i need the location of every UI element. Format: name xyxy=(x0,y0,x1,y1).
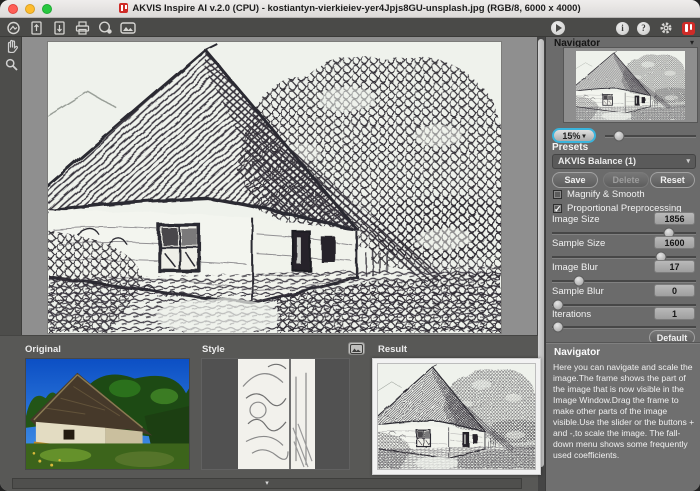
original-label: Original xyxy=(25,344,61,355)
navigator-preview[interactable] xyxy=(563,47,698,123)
zoom-tool-icon[interactable] xyxy=(0,55,22,73)
open-image-icon[interactable] xyxy=(5,20,21,35)
minimize-window-button[interactable] xyxy=(25,4,35,14)
style-label: Style xyxy=(202,344,225,355)
hand-tool-icon[interactable] xyxy=(0,37,22,55)
zoom-slider[interactable] xyxy=(605,129,696,143)
chevron-down-icon: ▾ xyxy=(582,132,585,140)
reset-preset-button[interactable]: Reset xyxy=(650,172,695,188)
gallery-icon[interactable] xyxy=(120,20,136,35)
checkbox-unchecked[interactable] xyxy=(553,190,562,199)
filmstrip: Original Style Result xyxy=(0,335,538,491)
akvis-logo-icon[interactable] xyxy=(682,22,695,35)
delete-preset-button[interactable]: Delete xyxy=(603,172,649,188)
zoom-level-dropdown[interactable]: 15% ▾ xyxy=(552,128,596,143)
hints-text: Here you can navigate and scale the imag… xyxy=(553,362,697,461)
original-thumbnail[interactable] xyxy=(25,358,190,470)
preset-dropdown[interactable]: AKVIS Balance (1) ▾ xyxy=(552,154,696,169)
preset-selected-value: AKVIS Balance (1) xyxy=(558,156,636,166)
window-title: AKVIS Inspire AI v.2.0 (CPU) - kostianty… xyxy=(132,3,580,14)
help-icon[interactable]: ? xyxy=(637,22,650,35)
open-style-gallery-button[interactable] xyxy=(348,342,365,355)
image-size-value[interactable]: 1856 xyxy=(654,212,695,225)
image-blur-label: Image Blur xyxy=(552,262,598,273)
sample-blur-label: Sample Blur xyxy=(552,286,604,297)
app-logo-icon xyxy=(119,3,128,13)
magnify-smooth-label: Magnify & Smooth xyxy=(567,189,645,200)
export-file-icon[interactable] xyxy=(51,20,67,35)
sample-size-value[interactable]: 1600 xyxy=(654,236,695,249)
zoom-level-value: 15% xyxy=(562,131,580,141)
toolbar: i ? xyxy=(0,18,700,37)
slider-track xyxy=(552,304,696,306)
title-bar: AKVIS Inspire AI v.2.0 (CPU) - kostianty… xyxy=(0,0,700,18)
checkbox-checked[interactable]: ✓ xyxy=(553,204,562,213)
presets-label: Presets xyxy=(552,142,588,153)
zoom-window-button[interactable] xyxy=(42,4,52,14)
slider-track xyxy=(552,256,696,258)
zoom-slider-handle[interactable] xyxy=(613,131,624,142)
share-icon[interactable] xyxy=(97,20,113,35)
app-window: AKVIS Inspire AI v.2.0 (CPU) - kostianty… xyxy=(0,0,700,491)
info-icon[interactable]: i xyxy=(616,22,629,35)
play-icon xyxy=(556,24,562,32)
run-processing-button[interactable] xyxy=(551,21,565,35)
navigator-preview-image xyxy=(576,51,685,120)
image-size-label: Image Size xyxy=(552,214,600,225)
result-image[interactable] xyxy=(48,42,501,333)
result-thumbnail[interactable] xyxy=(372,358,541,475)
slider-track xyxy=(552,326,696,328)
hints-title: Navigator xyxy=(554,347,600,358)
tool-sidebar xyxy=(0,37,22,335)
result-label: Result xyxy=(378,344,407,355)
chevron-down-icon: ▾ xyxy=(265,480,269,487)
style-thumbnail[interactable] xyxy=(201,358,350,470)
sample-size-label: Sample Size xyxy=(552,238,605,249)
iterations-label: Iterations xyxy=(552,309,591,320)
sample-blur-value[interactable]: 0 xyxy=(654,284,695,297)
chevron-down-icon: ▾ xyxy=(686,155,690,168)
close-window-button[interactable] xyxy=(8,4,18,14)
image-blur-value[interactable]: 17 xyxy=(654,260,695,273)
import-file-icon[interactable] xyxy=(28,20,44,35)
save-preset-button[interactable]: Save xyxy=(552,172,598,188)
hints-panel: Navigator Here you can navigate and scal… xyxy=(546,342,700,491)
filmstrip-collapse-bar[interactable]: ▾ xyxy=(12,478,522,489)
preferences-gear-icon[interactable] xyxy=(658,21,674,36)
magnify-smooth-option[interactable]: Magnify & Smooth xyxy=(553,189,645,200)
settings-panel: Navigator ▾ 15% ▾ Presets AKVIS Balance … xyxy=(545,37,700,491)
navigator-collapse-icon[interactable]: ▾ xyxy=(690,38,694,47)
iterations-value[interactable]: 1 xyxy=(654,307,695,320)
slider-track xyxy=(552,232,696,234)
iterations-slider-handle[interactable] xyxy=(552,322,563,333)
print-icon[interactable] xyxy=(74,20,90,35)
image-icon xyxy=(350,344,363,354)
image-window[interactable] xyxy=(22,37,537,335)
image-blur-slider-handle[interactable] xyxy=(574,276,585,287)
